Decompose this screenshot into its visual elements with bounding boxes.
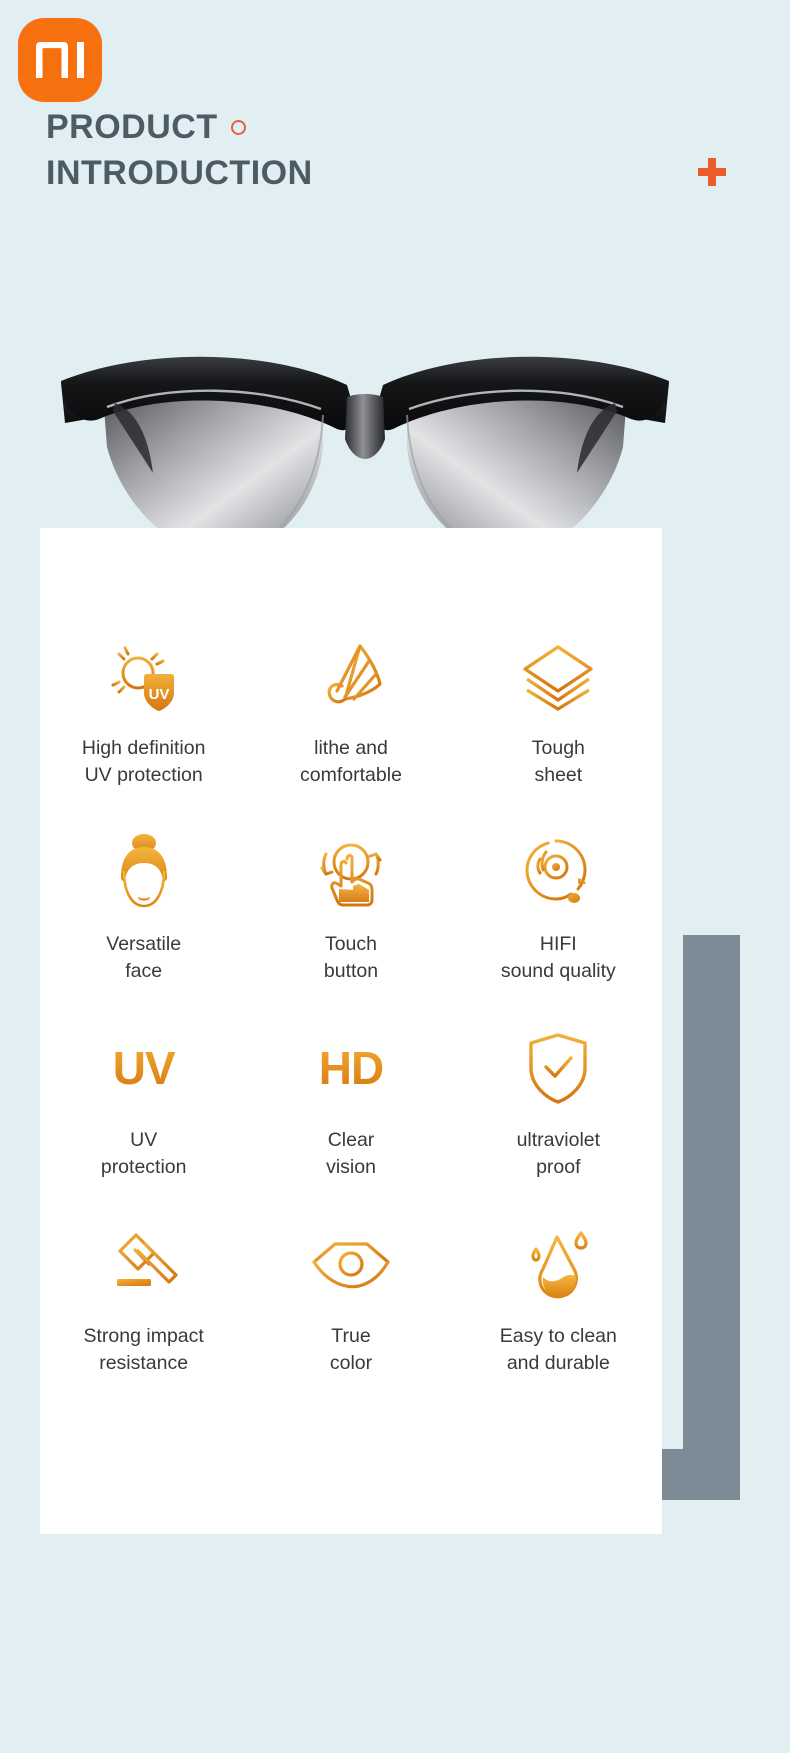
audio-disc-note-icon bbox=[455, 829, 662, 915]
feature-label: Versatile face bbox=[106, 933, 182, 982]
feature-item: HIFI sound quality bbox=[455, 829, 662, 985]
uv-text-glyph: UV bbox=[112, 1042, 176, 1094]
title-line-primary: PRODUCT bbox=[46, 104, 313, 150]
feature-label: Clear vision bbox=[326, 1129, 376, 1178]
feature-label: lithe and comfortable bbox=[300, 737, 402, 786]
title-text-product: PRODUCT bbox=[46, 108, 218, 146]
product-introduction-page: PRODUCT INTRODUCTION UV High definition … bbox=[0, 0, 790, 1753]
feature-item: HD Clear vision bbox=[247, 1025, 454, 1181]
sun-uv-shield-icon: UV bbox=[40, 633, 247, 719]
feature-label: True color bbox=[329, 1325, 373, 1374]
feature-label: Easy to clean and durable bbox=[499, 1325, 617, 1374]
touch-gesture-icon bbox=[247, 829, 454, 915]
feature-label: UV protection bbox=[100, 1129, 187, 1178]
water-droplet-icon bbox=[455, 1221, 662, 1307]
feature-item: ultraviolet proof bbox=[455, 1025, 662, 1181]
feature-grid: UV High definition UV protection lithe a… bbox=[40, 633, 662, 1377]
feature-item: UV High definition UV protection bbox=[40, 633, 247, 789]
mi-logo bbox=[18, 18, 102, 102]
circle-outline-marker-icon bbox=[230, 119, 246, 135]
hd-text-glyph: HD bbox=[318, 1042, 384, 1094]
card-shadow-right bbox=[683, 935, 740, 1500]
hammer-icon bbox=[40, 1221, 247, 1307]
feature-item: lithe and comfortable bbox=[247, 633, 454, 789]
feature-label: HIFI sound quality bbox=[500, 933, 616, 982]
face-bun-icon bbox=[40, 829, 247, 915]
feature-label: Strong impact resistance bbox=[83, 1325, 204, 1374]
feature-label: ultraviolet proof bbox=[516, 1129, 601, 1178]
feature-label: Tough sheet bbox=[531, 737, 585, 786]
title-line-secondary: INTRODUCTION bbox=[46, 150, 313, 196]
svg-text:UV: UV bbox=[148, 686, 169, 703]
feature-item: Versatile face bbox=[40, 829, 247, 985]
feature-item: Tough sheet bbox=[455, 633, 662, 789]
feature-item: True color bbox=[247, 1221, 454, 1377]
feature-card: UV High definition UV protection lithe a… bbox=[40, 528, 662, 1534]
stacked-layers-icon bbox=[455, 633, 662, 719]
title-text-introduction: INTRODUCTION bbox=[46, 154, 313, 192]
page-title: PRODUCT INTRODUCTION bbox=[46, 104, 313, 196]
eye-icon bbox=[247, 1221, 454, 1307]
feature-item: UV UV protection bbox=[40, 1025, 247, 1181]
feature-item: Touch button bbox=[247, 829, 454, 985]
feature-label: High definition UV protection bbox=[81, 737, 206, 786]
uv-text-icon: UV bbox=[40, 1025, 247, 1111]
shield-check-icon bbox=[455, 1025, 662, 1111]
plus-marker-icon bbox=[697, 157, 727, 187]
shuttlecock-icon bbox=[247, 633, 454, 719]
feature-label: Touch button bbox=[323, 933, 379, 982]
hd-text-icon: HD bbox=[247, 1025, 454, 1111]
feature-item: Easy to clean and durable bbox=[455, 1221, 662, 1377]
feature-item: Strong impact resistance bbox=[40, 1221, 247, 1377]
